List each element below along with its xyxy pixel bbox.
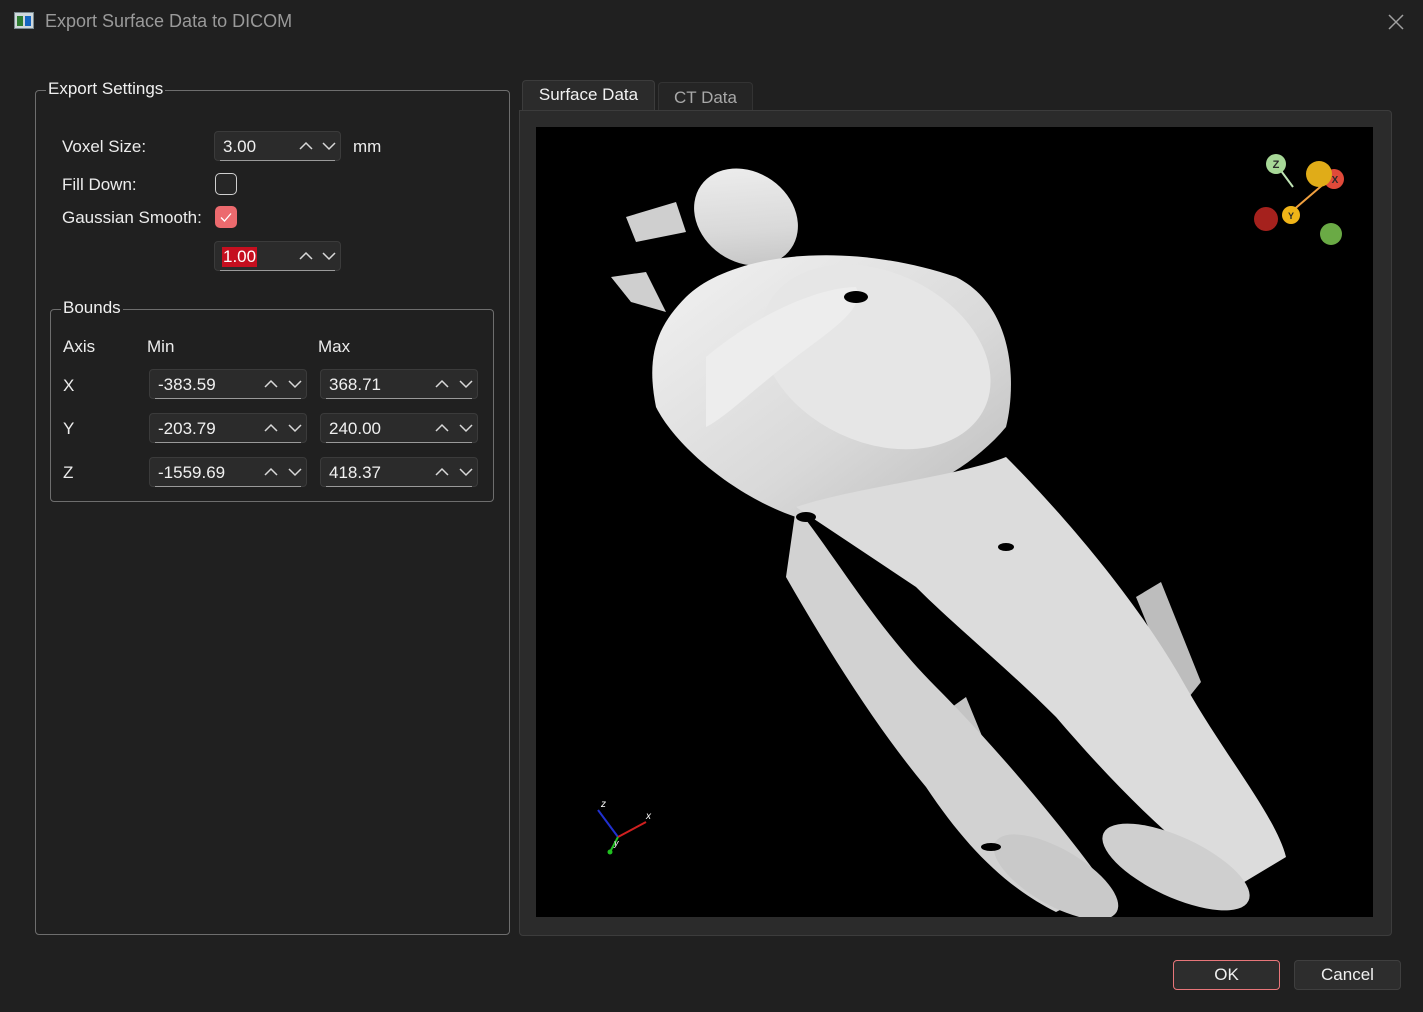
bounds-header-max: Max xyxy=(318,337,351,356)
bounds-header-axis: Axis xyxy=(63,337,96,356)
export-dialog: Export Surface Data to DICOM Export Sett… xyxy=(0,0,1423,1012)
orientation-neg-x-marker xyxy=(1254,207,1278,231)
bounds-y-min-spinbox[interactable]: -203.79 xyxy=(149,413,307,443)
bounds-y-min-value[interactable]: -203.79 xyxy=(158,419,216,439)
tab-surface-data[interactable]: Surface Data xyxy=(522,80,655,110)
bounds-x-min-value[interactable]: -383.59 xyxy=(158,375,216,395)
body-surface-mesh xyxy=(611,168,1286,917)
gaussian-smooth-label: Gaussian Smooth: xyxy=(62,208,202,227)
bounds-axis-z: Z xyxy=(63,463,74,482)
bounds-title: Bounds xyxy=(61,298,123,318)
chevron-up-icon[interactable] xyxy=(298,139,314,153)
export-settings-title: Export Settings xyxy=(46,79,166,99)
bounds-z-max-spinbox[interactable]: 418.37 xyxy=(320,457,478,487)
gaussian-smooth-checkbox[interactable] xyxy=(215,206,237,228)
window-title: Export Surface Data to DICOM xyxy=(45,11,293,31)
3d-viewport[interactable]: Z X Y z x y xyxy=(536,127,1373,917)
close-icon[interactable] xyxy=(1380,6,1412,38)
surface-render: Z X Y z x y xyxy=(597,154,1344,917)
fill-down-checkbox[interactable] xyxy=(215,173,237,195)
ok-button[interactable]: OK xyxy=(1173,960,1280,990)
checkmark-icon xyxy=(220,213,232,222)
bounds-y-max-spinbox[interactable]: 240.00 xyxy=(320,413,478,443)
orientation-neg-y-marker xyxy=(1320,223,1342,245)
chevron-down-icon[interactable] xyxy=(287,421,303,435)
triad-x-label: x xyxy=(645,811,652,822)
bounds-y-max-value[interactable]: 240.00 xyxy=(329,419,381,439)
bounds-x-min-spinbox[interactable]: -383.59 xyxy=(149,369,307,399)
chevron-up-icon[interactable] xyxy=(434,377,450,391)
orientation-z-label: Z xyxy=(1273,159,1280,171)
triad-y-label: y xyxy=(613,838,619,848)
chevron-down-icon[interactable] xyxy=(458,377,474,391)
bounds-axis-y: Y xyxy=(63,419,75,438)
bounds-x-max-value[interactable]: 368.71 xyxy=(329,375,381,395)
bounds-header-min: Min xyxy=(147,337,175,356)
chevron-down-icon[interactable] xyxy=(287,377,303,391)
chevron-down-icon[interactable] xyxy=(458,421,474,435)
chevron-down-icon[interactable] xyxy=(321,139,337,153)
chevron-up-icon[interactable] xyxy=(263,377,279,391)
triad-z-label: z xyxy=(600,799,606,810)
axes-triad: z x y xyxy=(597,799,652,855)
chevron-up-icon[interactable] xyxy=(263,465,279,479)
bounds-z-min-spinbox[interactable]: -1559.69 xyxy=(149,457,307,487)
bounds-z-min-value[interactable]: -1559.69 xyxy=(158,463,225,483)
title-bar: Export Surface Data to DICOM xyxy=(0,0,1423,44)
cancel-button[interactable]: Cancel xyxy=(1294,960,1401,990)
bounds-x-max-spinbox[interactable]: 368.71 xyxy=(320,369,478,399)
voxel-size-spinbox[interactable]: 3.00 xyxy=(214,131,341,161)
orientation-z-top-marker xyxy=(1306,161,1332,187)
bounds-z-max-value[interactable]: 418.37 xyxy=(329,463,381,483)
orientation-widget[interactable]: Z X Y xyxy=(1254,154,1344,245)
voxel-size-label: Voxel Size: xyxy=(62,137,147,156)
chevron-down-icon[interactable] xyxy=(458,465,474,479)
bounds-axis-x: X xyxy=(63,376,75,395)
chevron-up-icon[interactable] xyxy=(434,465,450,479)
orientation-x-label: X xyxy=(1332,175,1339,186)
voxel-size-value[interactable]: 3.00 xyxy=(223,137,256,157)
chevron-down-icon[interactable] xyxy=(287,465,303,479)
tab-ct-data[interactable]: CT Data xyxy=(658,82,753,110)
gaussian-smooth-spinbox[interactable]: 1.00 xyxy=(214,241,341,271)
gaussian-smooth-value[interactable]: 1.00 xyxy=(222,247,258,267)
voxel-size-unit: mm xyxy=(353,137,382,156)
orientation-y-label: Y xyxy=(1288,211,1294,221)
app-icon xyxy=(14,12,34,29)
chevron-up-icon[interactable] xyxy=(434,421,450,435)
chevron-up-icon[interactable] xyxy=(263,421,279,435)
chevron-down-icon[interactable] xyxy=(321,249,337,263)
fill-down-label: Fill Down: xyxy=(62,175,137,194)
chevron-up-icon[interactable] xyxy=(298,249,314,263)
